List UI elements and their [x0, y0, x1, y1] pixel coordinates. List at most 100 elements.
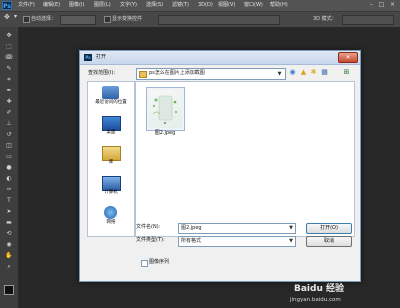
dialog-title: 打开	[96, 54, 107, 60]
dialog-close-button[interactable]: ✕	[338, 52, 358, 63]
chevron-down-icon[interactable]: ▾	[14, 14, 17, 20]
auto-select-dropdown[interactable]	[60, 15, 96, 25]
filename-value: 图2.jpeg	[181, 225, 202, 231]
mode-3d-buttons[interactable]	[342, 15, 394, 25]
shape-tool-icon[interactable]: ▬	[5, 219, 13, 226]
healing-brush-tool-icon[interactable]: ✚	[5, 98, 13, 105]
look-in-dropdown[interactable]: ps怎么在图片上添加截图 ▼	[136, 68, 286, 80]
foreground-color-swatch[interactable]	[4, 285, 14, 295]
recent-places-icon	[102, 86, 119, 99]
minimize-icon[interactable]: –	[368, 1, 375, 8]
computer-icon	[102, 176, 121, 191]
new-folder-icon[interactable]: ✱	[309, 68, 318, 77]
chevron-down-icon[interactable]: ▼	[287, 224, 295, 233]
dodge-tool-icon[interactable]: ◐	[5, 175, 13, 182]
auto-select-label: 自动选择：	[31, 16, 57, 22]
close-icon[interactable]: ×	[389, 1, 396, 8]
3d-rotate-tool-icon[interactable]: ⟲	[5, 230, 13, 237]
image-sequence-checkbox[interactable]	[141, 260, 148, 267]
desktop-icon	[102, 116, 121, 131]
up-folder-icon[interactable]: ▲	[299, 68, 308, 77]
place-recent[interactable]: 最近访问的位置	[88, 84, 134, 112]
align-buttons-group[interactable]	[158, 15, 280, 25]
hand-tool-icon[interactable]: ✋	[5, 252, 13, 259]
view-menu-icon[interactable]: ▦	[320, 68, 329, 77]
menu-filter[interactable]: 滤镜(T)	[172, 2, 189, 9]
preview-icon[interactable]: ⊞	[342, 68, 351, 77]
chevron-down-icon[interactable]: ▼	[275, 69, 284, 79]
baidu-jingyan-logo: Baidu 经验	[294, 284, 345, 294]
libraries-icon	[102, 146, 121, 161]
file-name-caption[interactable]: 图2.jpeg	[145, 130, 185, 137]
gradient-tool-icon[interactable]: ▭	[5, 153, 13, 160]
transform-controls-label: 显示变换控件	[112, 16, 143, 22]
menu-bar: Ps 文件(F) 编辑(E) 图像(I) 图层(L) 文字(Y) 选择(S) 滤…	[0, 0, 400, 11]
back-icon[interactable]: ◉	[288, 68, 297, 77]
thumbnail-art-icon	[152, 95, 178, 125]
eyedropper-tool-icon[interactable]: ✒	[5, 87, 13, 94]
place-network[interactable]: 网络	[88, 204, 134, 232]
file-list: 图2.jpeg	[135, 81, 355, 237]
folder-icon	[139, 71, 147, 78]
chevron-down-icon[interactable]: ▼	[287, 237, 295, 246]
clone-stamp-tool-icon[interactable]: ⊥	[5, 120, 13, 127]
options-bar: ✥ ▾ 自动选择： 显示变换控件 3D 模式：	[0, 11, 400, 28]
network-icon	[104, 206, 117, 219]
blur-tool-icon[interactable]: ●	[5, 164, 13, 171]
place-libraries[interactable]: 库	[88, 144, 134, 172]
zoom-tool-icon[interactable]: ⌕	[5, 263, 13, 270]
tools-panel: ✥ ⬚ ↂ ✎ ⌗ ✒ ✚ ✐ ⊥ ↺ ◫ ▭ ● ◐ ✑ T ➤ ▬ ⟲ ◉ …	[0, 27, 19, 308]
open-button[interactable]: 打开(O)	[306, 223, 352, 234]
menu-window[interactable]: 窗口(W)	[244, 2, 263, 9]
look-in-label: 查找范围(I):	[88, 70, 116, 76]
menu-select[interactable]: 选择(S)	[146, 2, 163, 9]
look-in-value: ps怎么在图片上添加截图	[149, 70, 205, 76]
menu-type[interactable]: 文字(Y)	[120, 2, 137, 9]
menu-view[interactable]: 视图(V)	[218, 2, 235, 9]
watermark: Baidu 经验 jingyan.baidu.com	[290, 284, 398, 306]
3d-camera-tool-icon[interactable]: ◉	[5, 241, 13, 248]
pen-tool-icon[interactable]: ✑	[5, 186, 13, 193]
brush-tool-icon[interactable]: ✐	[5, 109, 13, 116]
photoshop-icon: Ps	[84, 54, 92, 61]
menu-file[interactable]: 文件(F)	[18, 2, 35, 9]
place-desktop[interactable]: 桌面	[88, 114, 134, 142]
marquee-tool-icon[interactable]: ⬚	[5, 43, 13, 50]
move-tool-icon[interactable]: ✥	[5, 32, 13, 39]
photoshop-logo: Ps	[2, 1, 12, 10]
type-tool-icon[interactable]: T	[5, 197, 13, 204]
menu-edit[interactable]: 编辑(E)	[43, 2, 60, 9]
maximize-icon[interactable]: □	[378, 1, 385, 8]
crop-tool-icon[interactable]: ⌗	[5, 76, 13, 83]
menu-layer[interactable]: 图层(L)	[94, 2, 111, 9]
place-label: 最近访问的位置	[95, 100, 127, 105]
cancel-button[interactable]: 取消	[306, 236, 352, 247]
place-label: 计算机	[104, 190, 118, 195]
image-sequence-label: 图像序列	[149, 259, 170, 265]
lasso-tool-icon[interactable]: ↂ	[5, 54, 13, 61]
path-selection-tool-icon[interactable]: ➤	[5, 208, 13, 215]
filename-label: 文件名(N):	[136, 224, 161, 230]
transform-controls-checkbox[interactable]	[104, 16, 111, 23]
menu-image[interactable]: 图像(I)	[69, 2, 84, 9]
auto-select-checkbox[interactable]	[23, 16, 30, 23]
image-thumbnail	[149, 90, 182, 128]
place-computer[interactable]: 计算机	[88, 174, 134, 202]
place-label: 网络	[106, 220, 116, 225]
menu-3d[interactable]: 3D(D)	[198, 2, 213, 9]
watermark-url: jingyan.baidu.com	[290, 297, 341, 303]
filetype-value: 所有格式	[181, 238, 202, 244]
filename-input[interactable]: 图2.jpeg ▼	[178, 223, 296, 234]
move-tool-icon[interactable]: ✥	[4, 14, 10, 21]
eraser-tool-icon[interactable]: ◫	[5, 142, 13, 149]
filetype-label: 文件类型(T):	[136, 237, 165, 243]
file-thumbnail[interactable]	[146, 87, 185, 131]
history-brush-tool-icon[interactable]: ↺	[5, 131, 13, 138]
filetype-dropdown[interactable]: 所有格式 ▼	[178, 236, 296, 247]
place-label: 库	[108, 160, 114, 165]
open-dialog: Ps 打开 ✕ 查找范围(I): ps怎么在图片上添加截图 ▼ ◉ ▲ ✱ ▦ …	[79, 50, 361, 282]
mode-3d-label: 3D 模式：	[313, 16, 337, 22]
quick-select-tool-icon[interactable]: ✎	[5, 65, 13, 72]
dialog-titlebar[interactable]: Ps 打开 ✕	[80, 51, 360, 65]
menu-help[interactable]: 帮助(H)	[270, 2, 288, 9]
